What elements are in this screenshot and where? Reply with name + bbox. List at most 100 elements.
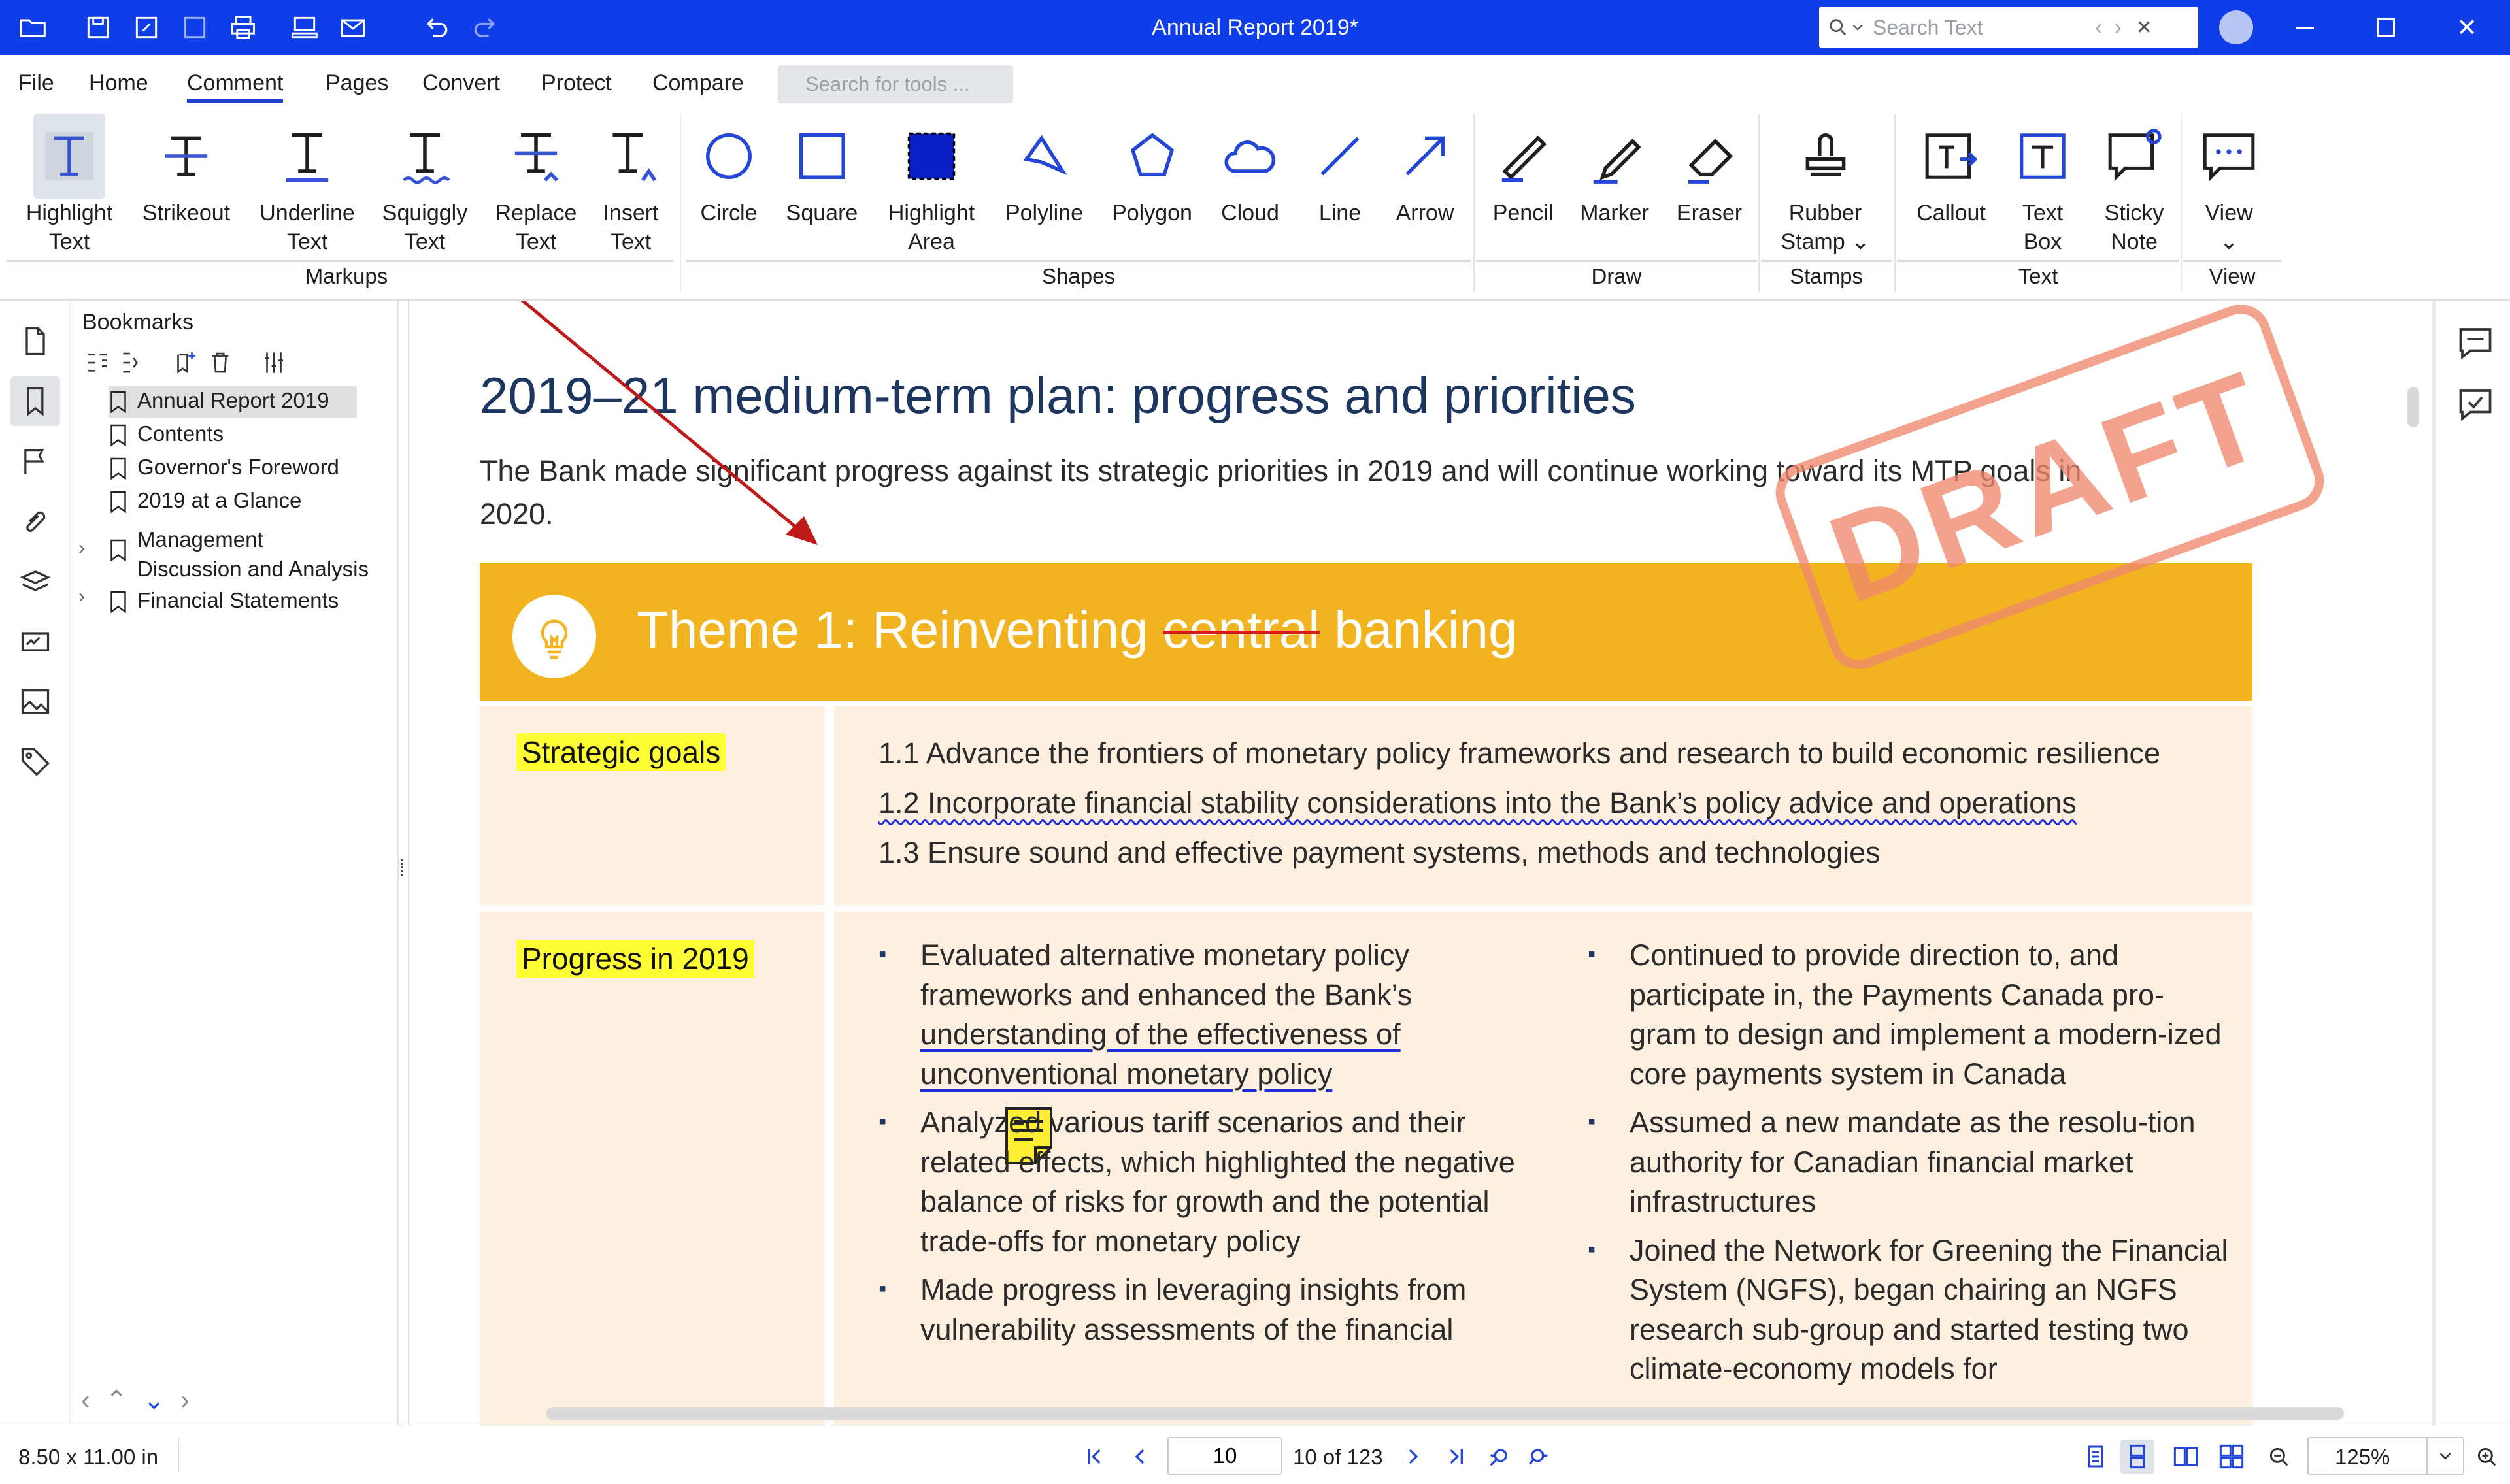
save-copy-icon[interactable]: [176, 10, 213, 44]
two-page-continuous-icon[interactable]: [2215, 1440, 2249, 1474]
bookmark-item[interactable]: Annual Report 2019: [109, 386, 357, 418]
cloud-tool[interactable]: Cloud: [1209, 114, 1291, 257]
image-panel-icon[interactable]: [10, 677, 60, 727]
scan-icon[interactable]: [286, 10, 323, 44]
page-number-input[interactable]: [1167, 1437, 1282, 1475]
eraser-tool[interactable]: Eraser: [1667, 114, 1752, 257]
zoom-dropdown-chevron-icon[interactable]: [2426, 1438, 2463, 1474]
previous-result-icon[interactable]: ‹: [2095, 15, 2102, 41]
bookmark-item[interactable]: Contents: [109, 419, 224, 452]
pencil-tool[interactable]: Pencil: [1484, 114, 1562, 257]
tag-panel-icon[interactable]: [10, 737, 60, 787]
menu-home[interactable]: Home: [89, 71, 148, 96]
highlight-area-tool[interactable]: Highlight Area: [876, 114, 987, 257]
polygon-tool[interactable]: Polygon: [1108, 114, 1196, 257]
close-window-icon[interactable]: ✕: [2428, 0, 2506, 55]
open-folder-icon[interactable]: [14, 10, 51, 44]
goal-item-squiggly[interactable]: 1.2 Incorporate financial stability cons…: [878, 786, 2077, 820]
pages-panel-icon[interactable]: [10, 316, 60, 366]
next-page-icon[interactable]: [1396, 1440, 1430, 1474]
add-bookmark-icon[interactable]: [169, 346, 201, 379]
last-page-icon[interactable]: [1439, 1440, 1473, 1474]
comments-panel-icon[interactable]: [2456, 323, 2495, 362]
bookmark-settings-icon[interactable]: [258, 346, 290, 379]
expand-chevron-icon[interactable]: ›: [78, 537, 98, 563]
bookmark-item[interactable]: Governor's Foreword: [109, 452, 339, 485]
menu-convert[interactable]: Convert: [422, 71, 500, 96]
search-input[interactable]: [1871, 14, 2087, 41]
line-tool[interactable]: Line: [1307, 114, 1373, 257]
document-viewport[interactable]: 2019–21 medium-term plan: progress and p…: [409, 301, 2435, 1425]
chevron-down-icon[interactable]: [1849, 19, 1866, 36]
avatar[interactable]: [2219, 10, 2253, 44]
tool-search-input[interactable]: Search for tools ...: [778, 65, 1013, 103]
comment-list-icon[interactable]: [2456, 384, 2495, 423]
highlight-text-tool[interactable]: Highlight Text: [12, 114, 127, 257]
replace-text-tool[interactable]: Replace Text: [484, 114, 588, 257]
save-icon[interactable]: [80, 10, 116, 44]
arrow-tool[interactable]: Arrow: [1386, 114, 1464, 257]
text-box-tool[interactable]: Text Box: [2003, 114, 2082, 257]
bookmark-item[interactable]: Management Discussion and Analysis: [109, 523, 369, 585]
undo-icon[interactable]: [418, 10, 455, 44]
marker-tool[interactable]: Marker: [1575, 114, 1654, 257]
first-page-icon[interactable]: [1077, 1440, 1111, 1474]
underline-annotation[interactable]: understanding of the effectiveness of un…: [920, 1017, 1401, 1091]
circle-tool[interactable]: Circle: [690, 114, 768, 257]
square-tool[interactable]: Square: [781, 114, 863, 257]
menu-compare[interactable]: Compare: [652, 71, 744, 96]
menu-pages[interactable]: Pages: [326, 71, 388, 96]
rubber-stamp-tool[interactable]: Rubber Stamp ⌄: [1771, 114, 1879, 257]
splitter-grip-icon[interactable]: [401, 859, 405, 876]
group-label-stamps: Stamps: [1790, 264, 1863, 288]
menu-file[interactable]: File: [18, 71, 54, 96]
previous-page-icon[interactable]: [1123, 1440, 1157, 1474]
move-up-icon[interactable]: ⌃: [105, 1386, 143, 1415]
bookmarks-panel-icon[interactable]: [10, 376, 60, 426]
maximize-icon[interactable]: [2347, 0, 2425, 55]
polyline-tool[interactable]: Polyline: [1000, 114, 1088, 257]
strikeout-annotation[interactable]: central: [1163, 601, 1320, 659]
flag-panel-icon[interactable]: [10, 437, 60, 486]
zoom-level-select[interactable]: 125%: [2307, 1437, 2464, 1475]
redo-icon[interactable]: [467, 10, 503, 44]
expand-chevron-icon[interactable]: ›: [78, 585, 98, 612]
squiggly-text-tool[interactable]: Squiggly Text: [373, 114, 477, 257]
attachment-panel-icon[interactable]: [10, 497, 60, 546]
underline-text-tool[interactable]: Underline Text: [248, 114, 366, 257]
panel-splitter[interactable]: [397, 301, 409, 1425]
collapse-all-icon[interactable]: [114, 346, 146, 379]
close-search-icon[interactable]: ✕: [2136, 16, 2152, 39]
horizontal-scrollbar[interactable]: [546, 1407, 2344, 1420]
vertical-scrollbar[interactable]: [2407, 387, 2419, 427]
insert-text-tool[interactable]: Insert Text: [588, 114, 673, 257]
strikeout-tool[interactable]: Strikeout: [131, 114, 242, 257]
next-view-icon[interactable]: [1522, 1440, 1556, 1474]
delete-bookmark-icon[interactable]: [204, 346, 237, 379]
previous-bookmark-icon[interactable]: ‹: [81, 1386, 105, 1415]
minimize-icon[interactable]: [2266, 0, 2344, 55]
move-down-icon[interactable]: ⌄: [143, 1386, 181, 1415]
menu-protect[interactable]: Protect: [541, 71, 612, 96]
continuous-view-icon[interactable]: [2120, 1440, 2154, 1474]
expand-all-icon[interactable]: [81, 346, 114, 379]
bookmark-item[interactable]: Financial Statements: [109, 585, 339, 618]
menu-comment[interactable]: Comment: [187, 71, 284, 103]
search-text-box[interactable]: ‹ › ✕: [1819, 7, 2198, 48]
print-icon[interactable]: [225, 10, 261, 44]
zoom-out-icon[interactable]: [2262, 1440, 2296, 1474]
two-page-view-icon[interactable]: [2169, 1440, 2203, 1474]
save-as-icon[interactable]: [128, 10, 165, 44]
sticky-note-tool[interactable]: Sticky Note: [2092, 114, 2177, 257]
next-bookmark-icon[interactable]: ›: [180, 1386, 205, 1415]
bookmark-item[interactable]: 2019 at a Glance: [109, 486, 301, 518]
layers-panel-icon[interactable]: [10, 557, 60, 606]
view-comments-tool[interactable]: View ⌄: [2186, 114, 2271, 257]
email-icon[interactable]: [335, 10, 371, 44]
signature-panel-icon[interactable]: [10, 617, 60, 667]
zoom-in-icon[interactable]: [2469, 1440, 2503, 1474]
single-page-view-icon[interactable]: [2079, 1440, 2113, 1474]
next-result-icon[interactable]: ›: [2114, 15, 2121, 41]
callout-tool[interactable]: Callout: [1905, 114, 1997, 257]
previous-view-icon[interactable]: [1482, 1440, 1516, 1474]
